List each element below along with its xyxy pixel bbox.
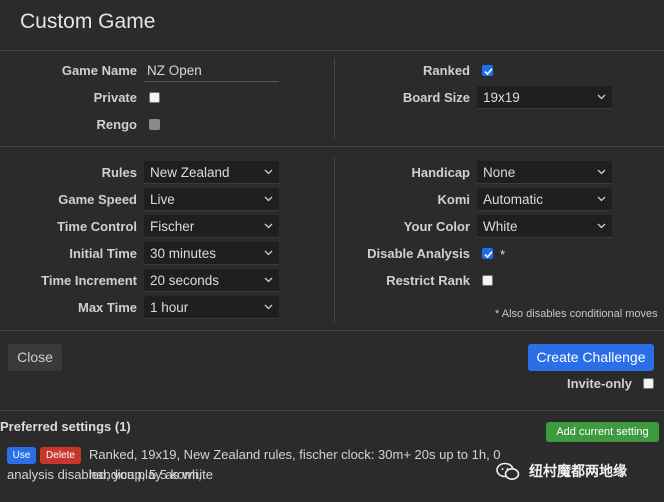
komi-select[interactable]: Automatic xyxy=(477,188,612,211)
game-speed-select[interactable]: Live xyxy=(144,188,279,211)
board-size-select[interactable]: 19x19 xyxy=(477,86,612,109)
handicap-label: Handicap xyxy=(411,165,470,180)
initial-time-value: 30 minutes xyxy=(150,246,217,261)
checkmark-icon xyxy=(484,68,493,76)
invite-only-label: Invite-only xyxy=(566,376,632,391)
watermark-text: 纽村魔都两地缘 xyxy=(529,463,627,479)
game-speed-value: Live xyxy=(150,192,175,207)
handicap-select[interactable]: None xyxy=(477,161,612,184)
time-control-select[interactable]: Fischer xyxy=(144,215,279,238)
divider xyxy=(0,50,664,51)
rules-value: New Zealand xyxy=(150,165,230,180)
chevron-down-icon xyxy=(597,86,607,109)
use-setting-button[interactable]: Use xyxy=(7,447,36,464)
dialog-title: Custom Game xyxy=(20,10,156,33)
handicap-value: None xyxy=(483,165,516,180)
time-control-value: Fischer xyxy=(150,219,195,234)
game-name-label: Game Name xyxy=(61,63,137,78)
initial-time-select[interactable]: 30 minutes xyxy=(144,242,279,265)
time-increment-select[interactable]: 20 seconds xyxy=(144,269,279,292)
preferred-settings-title: Preferred settings (1) xyxy=(0,419,131,434)
close-button[interactable]: Close xyxy=(8,344,62,371)
time-control-label: Time Control xyxy=(57,219,137,234)
komi-label: Komi xyxy=(437,192,471,207)
game-speed-label: Game Speed xyxy=(58,192,137,207)
max-time-label: Max Time xyxy=(77,300,137,315)
game-name-input[interactable] xyxy=(144,60,279,82)
divider xyxy=(0,410,664,411)
max-time-select[interactable]: 1 hour xyxy=(144,296,279,319)
asterisk-marker: * xyxy=(500,247,506,262)
invite-only-checkbox[interactable] xyxy=(643,378,654,389)
disable-analysis-label: Disable Analysis xyxy=(367,246,470,261)
rules-label: Rules xyxy=(101,165,137,180)
private-label: Private xyxy=(93,90,137,105)
create-challenge-button[interactable]: Create Challenge xyxy=(528,344,654,371)
delete-setting-button[interactable]: Delete xyxy=(40,447,81,464)
max-time-value: 1 hour xyxy=(150,300,189,315)
board-size-value: 19x19 xyxy=(483,90,520,105)
ranked-checkbox[interactable] xyxy=(482,65,493,76)
restrict-rank-label: Restrict Rank xyxy=(386,273,470,288)
rengo-checkbox[interactable] xyxy=(149,119,160,130)
initial-time-label: Initial Time xyxy=(69,246,137,261)
disable-analysis-checkbox[interactable] xyxy=(482,248,493,259)
ranked-label: Ranked xyxy=(423,63,470,78)
analysis-footnote: * Also disables conditional moves xyxy=(495,308,658,320)
komi-value: Automatic xyxy=(483,192,544,207)
restrict-rank-checkbox[interactable] xyxy=(482,275,493,286)
chevron-down-icon xyxy=(264,296,274,319)
wechat-logo-icon xyxy=(496,462,520,487)
rules-select[interactable]: New Zealand xyxy=(144,161,279,184)
preferred-setting-description-continued: analysis disabled, you play as white xyxy=(7,467,213,482)
chevron-down-icon xyxy=(597,188,607,211)
private-checkbox[interactable] xyxy=(149,92,160,103)
board-size-label: Board Size xyxy=(402,90,470,105)
time-increment-label: Time Increment xyxy=(41,273,137,288)
chevron-down-icon xyxy=(597,215,607,238)
rengo-label: Rengo xyxy=(96,117,137,132)
checkmark-icon xyxy=(484,251,493,259)
your-color-label: Your Color xyxy=(403,219,470,234)
chevron-down-icon xyxy=(597,161,607,184)
time-increment-value: 20 seconds xyxy=(150,273,220,288)
your-color-value: White xyxy=(483,219,518,234)
add-current-setting-button[interactable]: Add current setting xyxy=(546,422,659,442)
divider xyxy=(0,146,664,147)
your-color-select[interactable]: White xyxy=(477,215,612,238)
divider xyxy=(0,330,664,331)
